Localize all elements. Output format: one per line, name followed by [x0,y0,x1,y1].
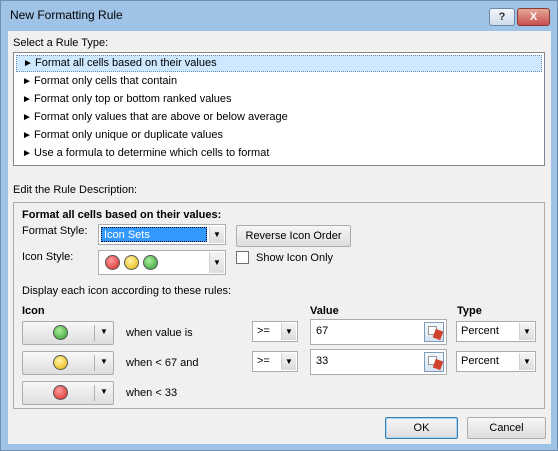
dialog-body: Select a Rule Type: ► Format all cells ba… [8,31,551,444]
value-text: 67 [316,325,329,337]
help-button[interactable]: ? [489,8,515,26]
operator-value: >= [257,325,270,337]
yellow-circle-icon [124,255,139,270]
reverse-icon-order-button[interactable]: Reverse Icon Order [236,225,351,247]
operator-value: >= [257,355,270,367]
rule-type-label: Format only top or bottom ranked values [34,93,232,105]
icon-style-label: Icon Style: [22,251,74,263]
yellow-circle-icon [53,355,68,370]
arrow-icon: ► [23,58,33,69]
chevron-down-icon: ▼ [100,327,108,336]
rule-type-item[interactable]: ► Use a formula to determine which cells … [16,145,542,162]
operator-select-2[interactable]: >= ▼ [252,351,298,372]
title-bar: New Formatting Rule ? X [1,1,557,31]
type-select-2[interactable]: Percent ▼ [456,351,536,372]
arrow-icon: ► [22,94,32,105]
green-circle-icon [53,325,68,340]
rule-type-label: Format all cells based on their values [35,57,217,69]
show-icon-only-label: Show Icon Only [256,252,334,264]
arrow-icon: ► [22,112,32,123]
rule-type-list[interactable]: ► Format all cells based on their values … [13,52,545,166]
chevron-down-icon: ▼ [519,323,534,340]
value-input-1[interactable]: 67 [310,319,447,345]
close-button[interactable]: X [517,8,550,26]
value-text: 33 [316,355,329,367]
chevron-down-icon: ▼ [209,226,224,243]
format-style-value: Icon Sets [101,227,207,242]
rule-type-label: Format only values that are above or bel… [34,111,288,123]
chevron-down-icon: ▼ [519,353,534,370]
format-style-select[interactable]: Icon Sets ▼ [98,224,226,245]
arrow-icon: ► [22,148,32,159]
rule-type-item[interactable]: ► Format only values that are above or be… [16,109,542,126]
chevron-down-icon: ▼ [281,323,296,340]
chevron-down-icon: ▼ [100,357,108,366]
icon-style-select[interactable]: ▼ [98,250,226,275]
rule-type-item[interactable]: ► Format all cells based on their values [16,55,542,72]
rule-type-heading: Select a Rule Type: [13,37,109,49]
arrow-icon: ► [22,130,32,141]
value-input-2[interactable]: 33 [310,349,447,375]
rule-condition-text: when < 67 and [126,357,199,369]
range-picker-icon[interactable] [424,352,444,372]
rule-description-heading: Edit the Rule Description: [13,184,138,196]
rule-type-item[interactable]: ► Format only top or bottom ranked values [16,91,542,108]
red-circle-icon [105,255,120,270]
type-value: Percent [461,325,499,337]
format-style-label: Format Style: [22,225,88,237]
rule-condition-text: when value is [126,327,193,339]
red-circle-icon [53,385,68,400]
operator-select-1[interactable]: >= ▼ [252,321,298,342]
type-column-header: Type [457,305,482,317]
type-value: Percent [461,355,499,367]
description-subheading: Format all cells based on their values: [22,209,222,221]
dialog-title: New Formatting Rule [10,8,123,22]
chevron-down-icon: ▼ [100,387,108,396]
icon-select-1[interactable]: ▼ [22,321,114,345]
chevron-down-icon: ▼ [209,252,224,273]
type-select-1[interactable]: Percent ▼ [456,321,536,342]
rule-condition-text: when < 33 [126,387,178,399]
rule-type-label: Use a formula to determine which cells t… [34,147,270,159]
chevron-down-icon: ▼ [281,353,296,370]
show-icon-only-checkbox[interactable] [236,251,249,264]
cancel-button[interactable]: Cancel [467,417,546,439]
ok-button[interactable]: OK [385,417,458,439]
rule-type-label: Format only cells that contain [34,75,178,87]
icon-select-3[interactable]: ▼ [22,381,114,405]
arrow-icon: ► [22,76,32,87]
value-column-header: Value [310,305,339,317]
rule-type-item[interactable]: ► Format only cells that contain [16,73,542,90]
green-circle-icon [143,255,158,270]
rule-type-item[interactable]: ► Format only unique or duplicate values [16,127,542,144]
rules-heading: Display each icon according to these rul… [22,285,232,297]
icon-column-header: Icon [22,305,45,317]
icon-select-2[interactable]: ▼ [22,351,114,375]
range-picker-icon[interactable] [424,322,444,342]
rule-description-panel: Format all cells based on their values: … [13,202,545,409]
new-formatting-rule-dialog: New Formatting Rule ? X Select a Rule Ty… [0,0,558,451]
rule-type-label: Format only unique or duplicate values [34,129,223,141]
